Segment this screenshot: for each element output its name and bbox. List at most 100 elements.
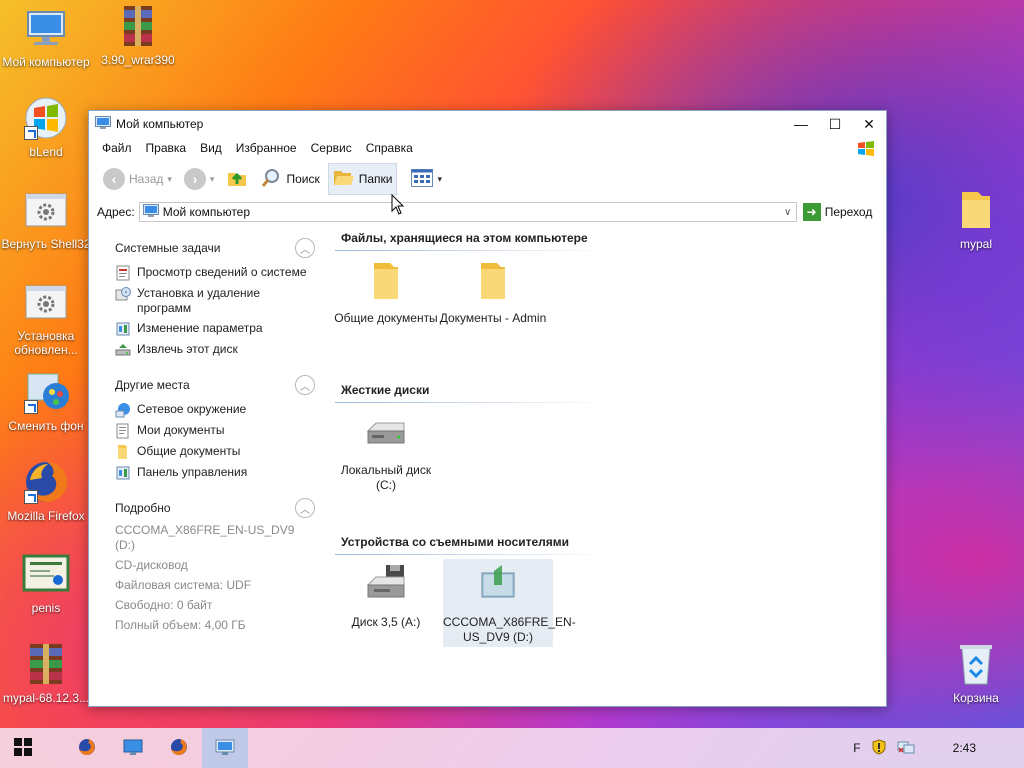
up-folder-button[interactable] <box>222 163 252 195</box>
desktop-icon-blend[interactable]: bLend <box>0 94 92 159</box>
menu-view[interactable]: Вид <box>193 141 229 155</box>
place-shared-documents[interactable]: Общие документы <box>115 444 315 460</box>
search-label: Поиск <box>286 172 320 186</box>
system-info-icon <box>115 265 131 281</box>
taskbar-desktop[interactable] <box>110 728 156 768</box>
desktop-icon-restore-shell32[interactable]: Вернуть Shell32 <box>0 186 92 251</box>
shortcut-arrow-icon <box>24 126 38 140</box>
shortcut-arrow-icon <box>24 490 38 504</box>
collapse-chevron-icon[interactable]: ︿ <box>295 498 315 518</box>
desktop-icon-label: 3.90_wrar390 <box>101 53 175 67</box>
folders-button[interactable]: Папки <box>327 163 398 195</box>
place-network[interactable]: Сетевое окружение <box>115 402 315 418</box>
firefox-icon <box>22 458 70 506</box>
monitor-icon <box>142 203 159 221</box>
task-label: Просмотр сведений о системе <box>137 265 307 279</box>
item-floppy-a[interactable]: Диск 3,5 (A:) <box>331 561 441 630</box>
taskbar-firefox[interactable] <box>64 728 110 768</box>
desktop-icon-recycle-bin[interactable]: Корзина <box>930 640 1022 705</box>
windows-logo-icon <box>22 94 70 142</box>
back-label: Назад <box>129 172 164 186</box>
task-label: Установка и удаление программ <box>137 286 261 315</box>
menu-edit[interactable]: Правка <box>139 141 194 155</box>
hard-drive-icon <box>362 409 410 457</box>
folder-open-icon <box>333 168 355 191</box>
title-bar[interactable]: Мой компьютер — ☐ ✕ <box>89 111 886 137</box>
maximize-button[interactable]: ☐ <box>818 112 852 136</box>
item-label: Документы - Admin <box>439 311 547 325</box>
clock[interactable]: 2:43 <box>953 741 976 755</box>
desktop-icon-firefox[interactable]: Mozilla Firefox <box>0 458 92 523</box>
search-button[interactable]: Поиск <box>256 163 323 195</box>
recycle-bin-icon <box>952 640 1000 688</box>
other-places-title: Другие места <box>115 378 190 392</box>
desktop-icon-wrar390[interactable]: 3.90_wrar390 <box>92 2 184 67</box>
settings-doc-icon <box>22 186 70 234</box>
task-add-remove-programs[interactable]: Установка и удаление программ <box>115 286 315 316</box>
programs-cd-icon <box>115 286 131 302</box>
desktop-icon-penis[interactable]: penis <box>0 550 92 615</box>
menu-file[interactable]: Файл <box>95 141 139 155</box>
views-button[interactable]: ▾ <box>407 163 446 195</box>
back-button[interactable]: ‹ Назад ▾ <box>99 163 176 195</box>
other-places-header[interactable]: Другие места ︿ <box>115 372 315 398</box>
forward-button[interactable]: › ▾ <box>180 163 219 195</box>
start-button[interactable] <box>0 728 46 768</box>
details-header[interactable]: Подробно ︿ <box>115 495 315 521</box>
folder-icon <box>362 257 410 305</box>
desktop-icon-label: Установка обновлен... <box>14 329 78 357</box>
settings-doc-icon <box>22 278 70 326</box>
view-grid-icon <box>411 168 434 190</box>
collapse-chevron-icon[interactable]: ︿ <box>295 238 315 258</box>
item-local-disk-c[interactable]: Локальный диск (C:) <box>331 409 441 493</box>
place-label: Сетевое окружение <box>137 402 247 416</box>
desktop-icon-my-computer[interactable]: Мой компьютер <box>0 4 92 69</box>
window-content: Системные задачи ︿ Просмотр сведений о с… <box>89 227 886 706</box>
eject-drive-icon <box>115 342 131 358</box>
shortcut-arrow-icon <box>24 400 38 414</box>
chevron-down-icon[interactable]: ∨ <box>780 207 796 218</box>
menu-tools[interactable]: Сервис <box>304 141 359 155</box>
task-eject-disk[interactable]: Извлечь этот диск <box>115 342 315 358</box>
close-button[interactable]: ✕ <box>852 112 886 136</box>
task-change-setting[interactable]: Изменение параметра <box>115 321 315 337</box>
taskbar-my-computer[interactable] <box>202 728 248 768</box>
dvd-drive-icon <box>474 561 522 609</box>
go-button[interactable]: ➜ Переход <box>802 203 872 221</box>
desktop-icon-mypal[interactable]: mypal <box>930 186 1022 251</box>
documents-icon <box>115 423 131 439</box>
place-my-documents[interactable]: Мои документы <box>115 423 315 439</box>
item-shared-documents[interactable]: Общие документы <box>331 257 441 326</box>
details-title: Подробно <box>115 501 171 515</box>
minimize-button[interactable]: — <box>784 112 818 136</box>
address-field[interactable]: Мой компьютер ∨ <box>138 202 797 222</box>
collapse-chevron-icon[interactable]: ︿ <box>295 375 315 395</box>
menu-help[interactable]: Справка <box>359 141 420 155</box>
back-arrow-icon: ‹ <box>103 168 125 190</box>
monitor-icon <box>22 4 70 52</box>
taskbar-firefox-2[interactable] <box>156 728 202 768</box>
tray-language[interactable]: F <box>853 741 860 755</box>
search-icon <box>260 167 282 192</box>
menu-favorites[interactable]: Избранное <box>229 141 304 155</box>
desktop-icon-change-background[interactable]: Сменить фон <box>0 368 92 433</box>
item-admin-documents[interactable]: Документы - Admin <box>438 257 548 326</box>
network-tray-icon[interactable] <box>897 739 915 758</box>
details-drive-type: CD-дисковод <box>115 558 188 572</box>
place-label: Общие документы <box>137 444 241 458</box>
folder-icon <box>469 257 517 305</box>
security-shield-icon[interactable] <box>871 738 887 758</box>
desktop-icon-install-updates[interactable]: Установка обновлен... <box>0 278 92 357</box>
item-label: Общие документы <box>334 311 438 325</box>
desktop-icon-label: bLend <box>29 145 63 159</box>
items-pane: Файлы, хранящиеся на этом компьютере Общ… <box>327 227 886 706</box>
system-tasks-header[interactable]: Системные задачи ︿ <box>115 235 315 261</box>
task-label: Изменение параметра <box>137 321 263 335</box>
desktop-icon-mypal-archive[interactable]: mypal-68.12.3... <box>0 640 92 705</box>
item-dvd-d[interactable]: CCCOMA_X86FRE_EN-US_DV9 (D:) <box>443 559 576 647</box>
desktop-icon-label: Вернуть Shell32 <box>1 237 91 251</box>
folder-icon <box>952 186 1000 234</box>
place-control-panel[interactable]: Панель управления <box>115 465 315 481</box>
floppy-drive-icon <box>362 561 410 609</box>
task-view-system-info[interactable]: Просмотр сведений о системе <box>115 265 315 281</box>
